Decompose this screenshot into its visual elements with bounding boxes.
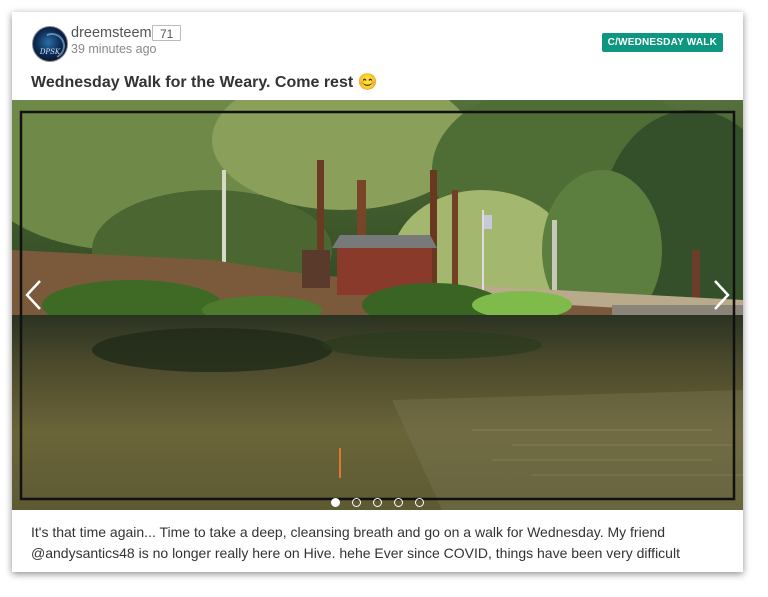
carousel-dot-4[interactable] [394,498,403,508]
author-name[interactable]: dreemsteem [71,25,152,41]
carousel-dots [12,494,743,508]
avatar-swirl-icon [35,29,67,61]
carousel-dot-5[interactable] [415,498,424,508]
carousel-prev-button[interactable] [22,278,46,312]
community-tag[interactable]: C/WEDNESDAY WALK [601,33,723,52]
chevron-left-icon [25,280,41,310]
author-avatar[interactable]: DPSK [32,26,68,62]
post-timestamp: 39 minutes ago [71,42,157,56]
avatar-logo-text: DPSK [39,48,61,56]
reputation-badge: 71 [152,25,182,41]
post-card: DPSK dreemsteem 71 39 minutes ago C/WEDN… [12,12,743,572]
image-carousel[interactable] [12,100,743,510]
carousel-dot-3[interactable] [373,498,382,508]
carousel-next-button[interactable] [709,278,733,312]
post-title[interactable]: Wednesday Walk for the Weary. Come rest … [31,72,378,92]
pond-photo [12,100,743,510]
carousel-dot-1[interactable] [331,498,340,508]
chevron-right-icon [714,280,730,310]
post-excerpt[interactable]: It's that time again... Time to take a d… [31,522,731,564]
carousel-dot-2[interactable] [352,498,361,508]
